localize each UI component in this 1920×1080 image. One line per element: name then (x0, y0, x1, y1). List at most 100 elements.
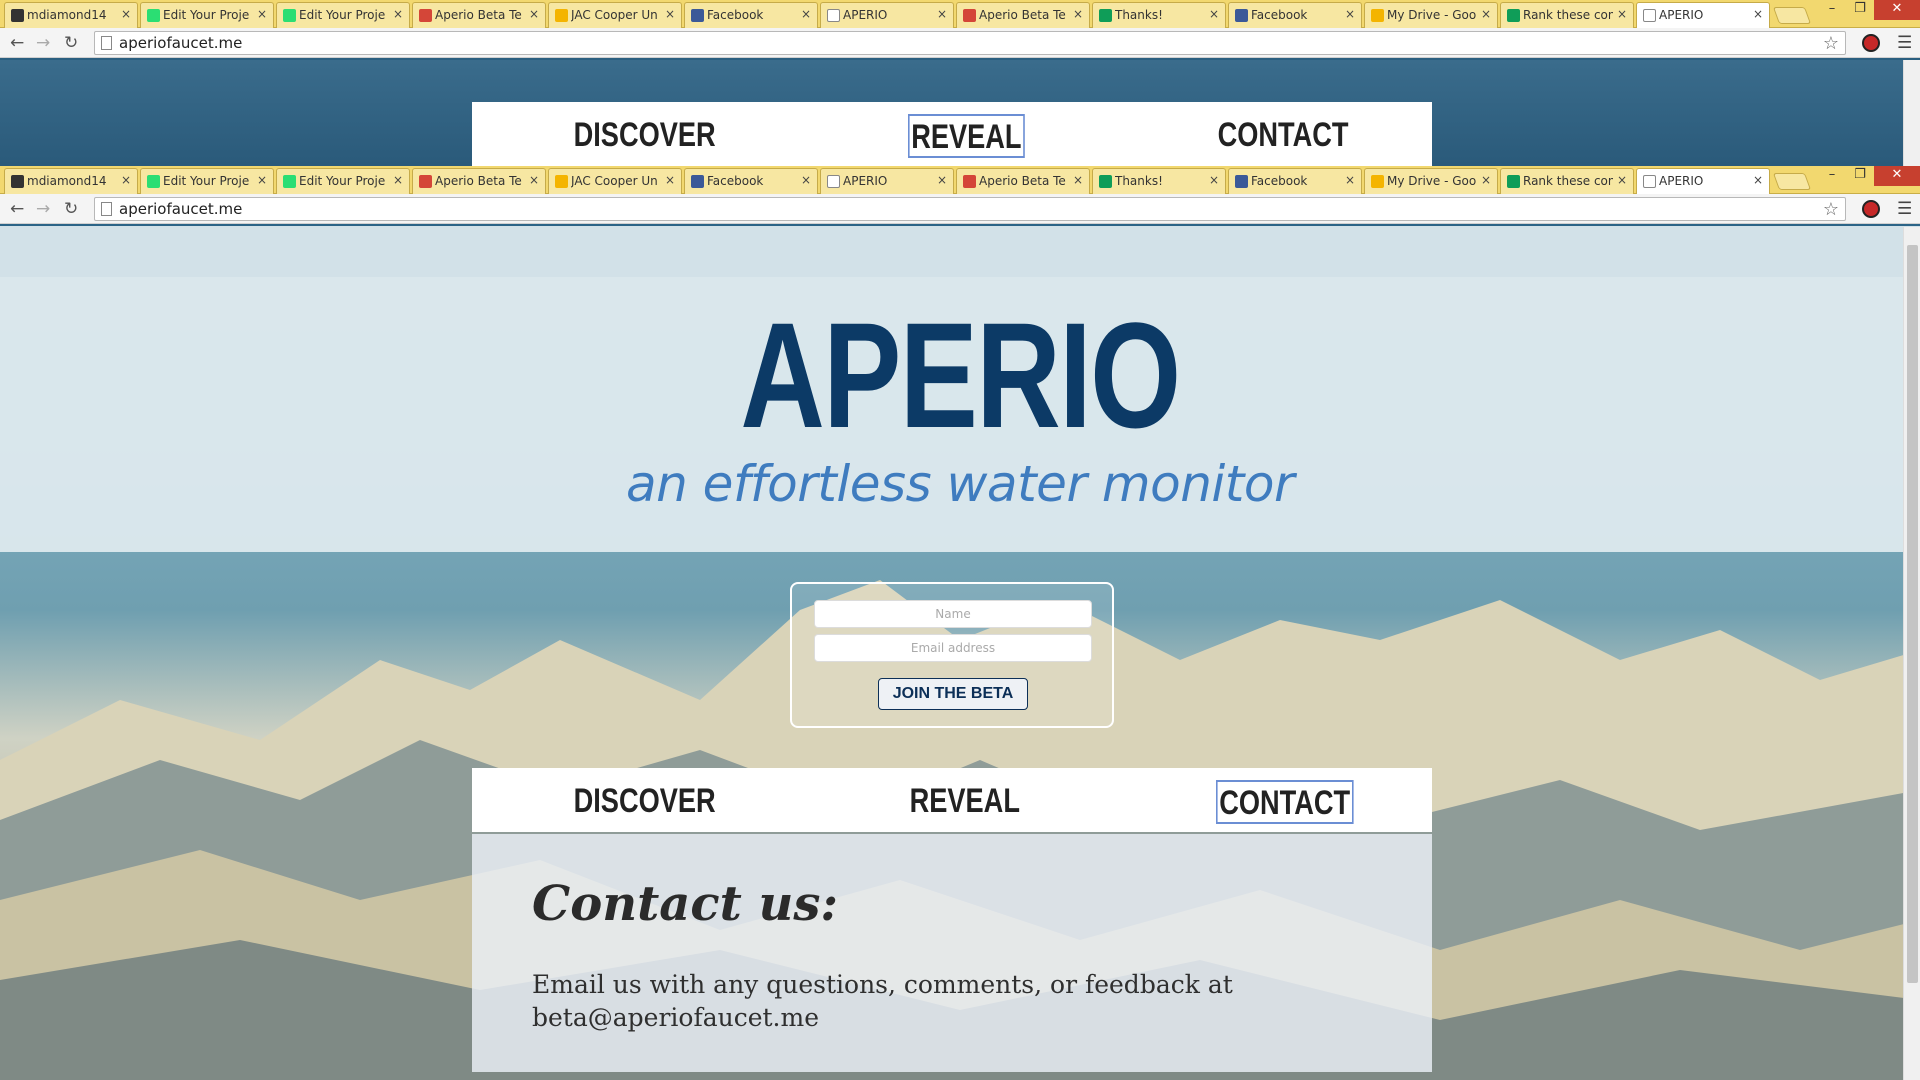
browser-tab[interactable]: Facebook × (1228, 168, 1362, 194)
tab-close-icon[interactable]: × (1073, 7, 1083, 21)
facebook-icon (1235, 175, 1248, 188)
tab-close-icon[interactable]: × (393, 7, 403, 21)
tab-close-icon[interactable]: × (1345, 173, 1355, 187)
forward-arrow-icon[interactable]: → (36, 199, 50, 219)
browser-tab[interactable]: JAC Cooper Un × (548, 168, 682, 194)
browser-tab[interactable]: Aperio Beta Te × (412, 168, 546, 194)
join-beta-button[interactable]: JOIN THE BETA (878, 678, 1028, 710)
tab-close-icon[interactable]: × (529, 7, 539, 21)
browser-tab[interactable]: Facebook × (1228, 2, 1362, 28)
address-bar[interactable]: aperiofaucet.me ☆ (94, 31, 1846, 55)
contact-email[interactable]: beta@aperiofaucet.me (532, 1003, 819, 1032)
scrollbar[interactable] (1903, 227, 1920, 1080)
facebook-icon (1235, 9, 1248, 22)
tab-close-icon[interactable]: × (1209, 7, 1219, 21)
extension-icon[interactable] (1862, 200, 1880, 218)
tab-close-icon[interactable]: × (937, 7, 947, 21)
tab-label: APERIO (1659, 174, 1704, 188)
browser-tab[interactable]: APERIO × (820, 168, 954, 194)
browser-tab[interactable]: Facebook × (684, 168, 818, 194)
tab-close-icon[interactable]: × (1345, 7, 1355, 21)
tab-close-icon[interactable]: × (1753, 7, 1763, 21)
browser-tab[interactable]: APERIO × (1636, 2, 1770, 29)
browser-tab[interactable]: Edit Your Proje × (276, 168, 410, 194)
reload-icon[interactable]: ↻ (64, 33, 78, 53)
back-arrow-icon[interactable]: ← (10, 199, 24, 219)
tab-close-icon[interactable]: × (529, 173, 539, 187)
nav-contact-upper[interactable]: CONTACT (1216, 114, 1350, 158)
tab-close-icon[interactable]: × (1073, 173, 1083, 187)
reload-icon[interactable]: ↻ (64, 199, 78, 219)
browser-tab[interactable]: Rank these con × (1500, 2, 1634, 28)
contact-panel: Contact us: Email us with any questions,… (472, 834, 1432, 1072)
tab-close-icon[interactable]: × (1753, 173, 1763, 187)
scrollbar-track-upper[interactable] (1903, 60, 1920, 166)
tab-close-icon[interactable]: × (665, 173, 675, 187)
bookmark-star-icon[interactable]: ☆ (1823, 199, 1839, 220)
facebook-icon (691, 175, 704, 188)
email-input[interactable]: Email address (814, 634, 1092, 662)
browser-tab[interactable]: mdiamond14 × (4, 168, 138, 194)
nav-reveal[interactable]: REVEAL (908, 780, 1022, 824)
browser-tab[interactable]: APERIO × (1636, 168, 1770, 195)
tab-close-icon[interactable]: × (257, 173, 267, 187)
tab-close-icon[interactable]: × (801, 7, 811, 21)
tab-close-icon[interactable]: × (1209, 173, 1219, 187)
tab-close-icon[interactable]: × (121, 173, 131, 187)
browser-tab[interactable]: Edit Your Proje × (140, 168, 274, 194)
bookmark-star-icon[interactable]: ☆ (1823, 33, 1839, 54)
tab-label: Aperio Beta Te (435, 8, 522, 22)
browser-tab[interactable]: Thanks! × (1092, 168, 1226, 194)
scrollbar-thumb[interactable] (1907, 245, 1918, 983)
browser-tab[interactable]: JAC Cooper Un × (548, 2, 682, 28)
browser-tab[interactable]: Facebook × (684, 2, 818, 28)
browser-tab[interactable]: mdiamond14 × (4, 2, 138, 28)
browser-tab[interactable]: My Drive - Goo × (1364, 2, 1498, 28)
tab-close-icon[interactable]: × (1617, 173, 1627, 187)
restore-icon[interactable]: ❐ (1846, 0, 1874, 20)
tab-close-icon[interactable]: × (121, 7, 131, 21)
forward-arrow-icon[interactable]: → (36, 33, 50, 53)
close-window-icon[interactable]: ✕ (1874, 166, 1920, 186)
tab-close-icon[interactable]: × (257, 7, 267, 21)
new-tab-button[interactable] (1772, 7, 1812, 24)
browser-tab[interactable]: Rank these con × (1500, 168, 1634, 194)
address-bar[interactable]: aperiofaucet.me ☆ (94, 197, 1846, 221)
minimize-icon[interactable]: – (1818, 166, 1846, 186)
close-window-icon[interactable]: ✕ (1874, 0, 1920, 20)
tab-close-icon[interactable]: × (1481, 173, 1491, 187)
tab-label: Rank these con (1523, 8, 1613, 22)
brand-title: APERIO (740, 291, 1181, 459)
browser-tab[interactable]: Thanks! × (1092, 2, 1226, 28)
tab-label: Facebook (707, 8, 764, 22)
browser-tab[interactable]: Aperio Beta Te × (956, 168, 1090, 194)
menu-icon[interactable]: ☰ (1897, 199, 1912, 219)
browser-tab[interactable]: Edit Your Proje × (276, 2, 410, 28)
tab-close-icon[interactable]: × (393, 173, 403, 187)
sheets-icon (1507, 9, 1520, 22)
browser-tab[interactable]: My Drive - Goo × (1364, 168, 1498, 194)
tab-close-icon[interactable]: × (1481, 7, 1491, 21)
browser-tab[interactable]: Aperio Beta Te × (956, 2, 1090, 28)
name-input[interactable]: Name (814, 600, 1092, 628)
browser-tab[interactable]: Aperio Beta Te × (412, 2, 546, 28)
nav-discover-upper[interactable]: DISCOVER (572, 114, 717, 158)
tab-close-icon[interactable]: × (665, 7, 675, 21)
tab-label: APERIO (843, 174, 888, 188)
nav-contact[interactable]: CONTACT (1216, 780, 1354, 824)
restore-icon[interactable]: ❐ (1846, 166, 1874, 186)
nav-reveal-upper[interactable]: REVEAL (908, 114, 1025, 158)
new-tab-button[interactable] (1772, 173, 1812, 190)
tab-label: mdiamond14 (27, 174, 107, 188)
menu-icon[interactable]: ☰ (1897, 33, 1912, 53)
tab-close-icon[interactable]: × (1617, 7, 1627, 21)
browser-tab[interactable]: APERIO × (820, 2, 954, 28)
extension-icon[interactable] (1862, 34, 1880, 52)
facebook-icon (691, 9, 704, 22)
back-arrow-icon[interactable]: ← (10, 33, 24, 53)
browser-tab[interactable]: Edit Your Proje × (140, 2, 274, 28)
tab-close-icon[interactable]: × (801, 173, 811, 187)
nav-discover[interactable]: DISCOVER (572, 780, 717, 824)
minimize-icon[interactable]: – (1818, 0, 1846, 20)
tab-close-icon[interactable]: × (937, 173, 947, 187)
